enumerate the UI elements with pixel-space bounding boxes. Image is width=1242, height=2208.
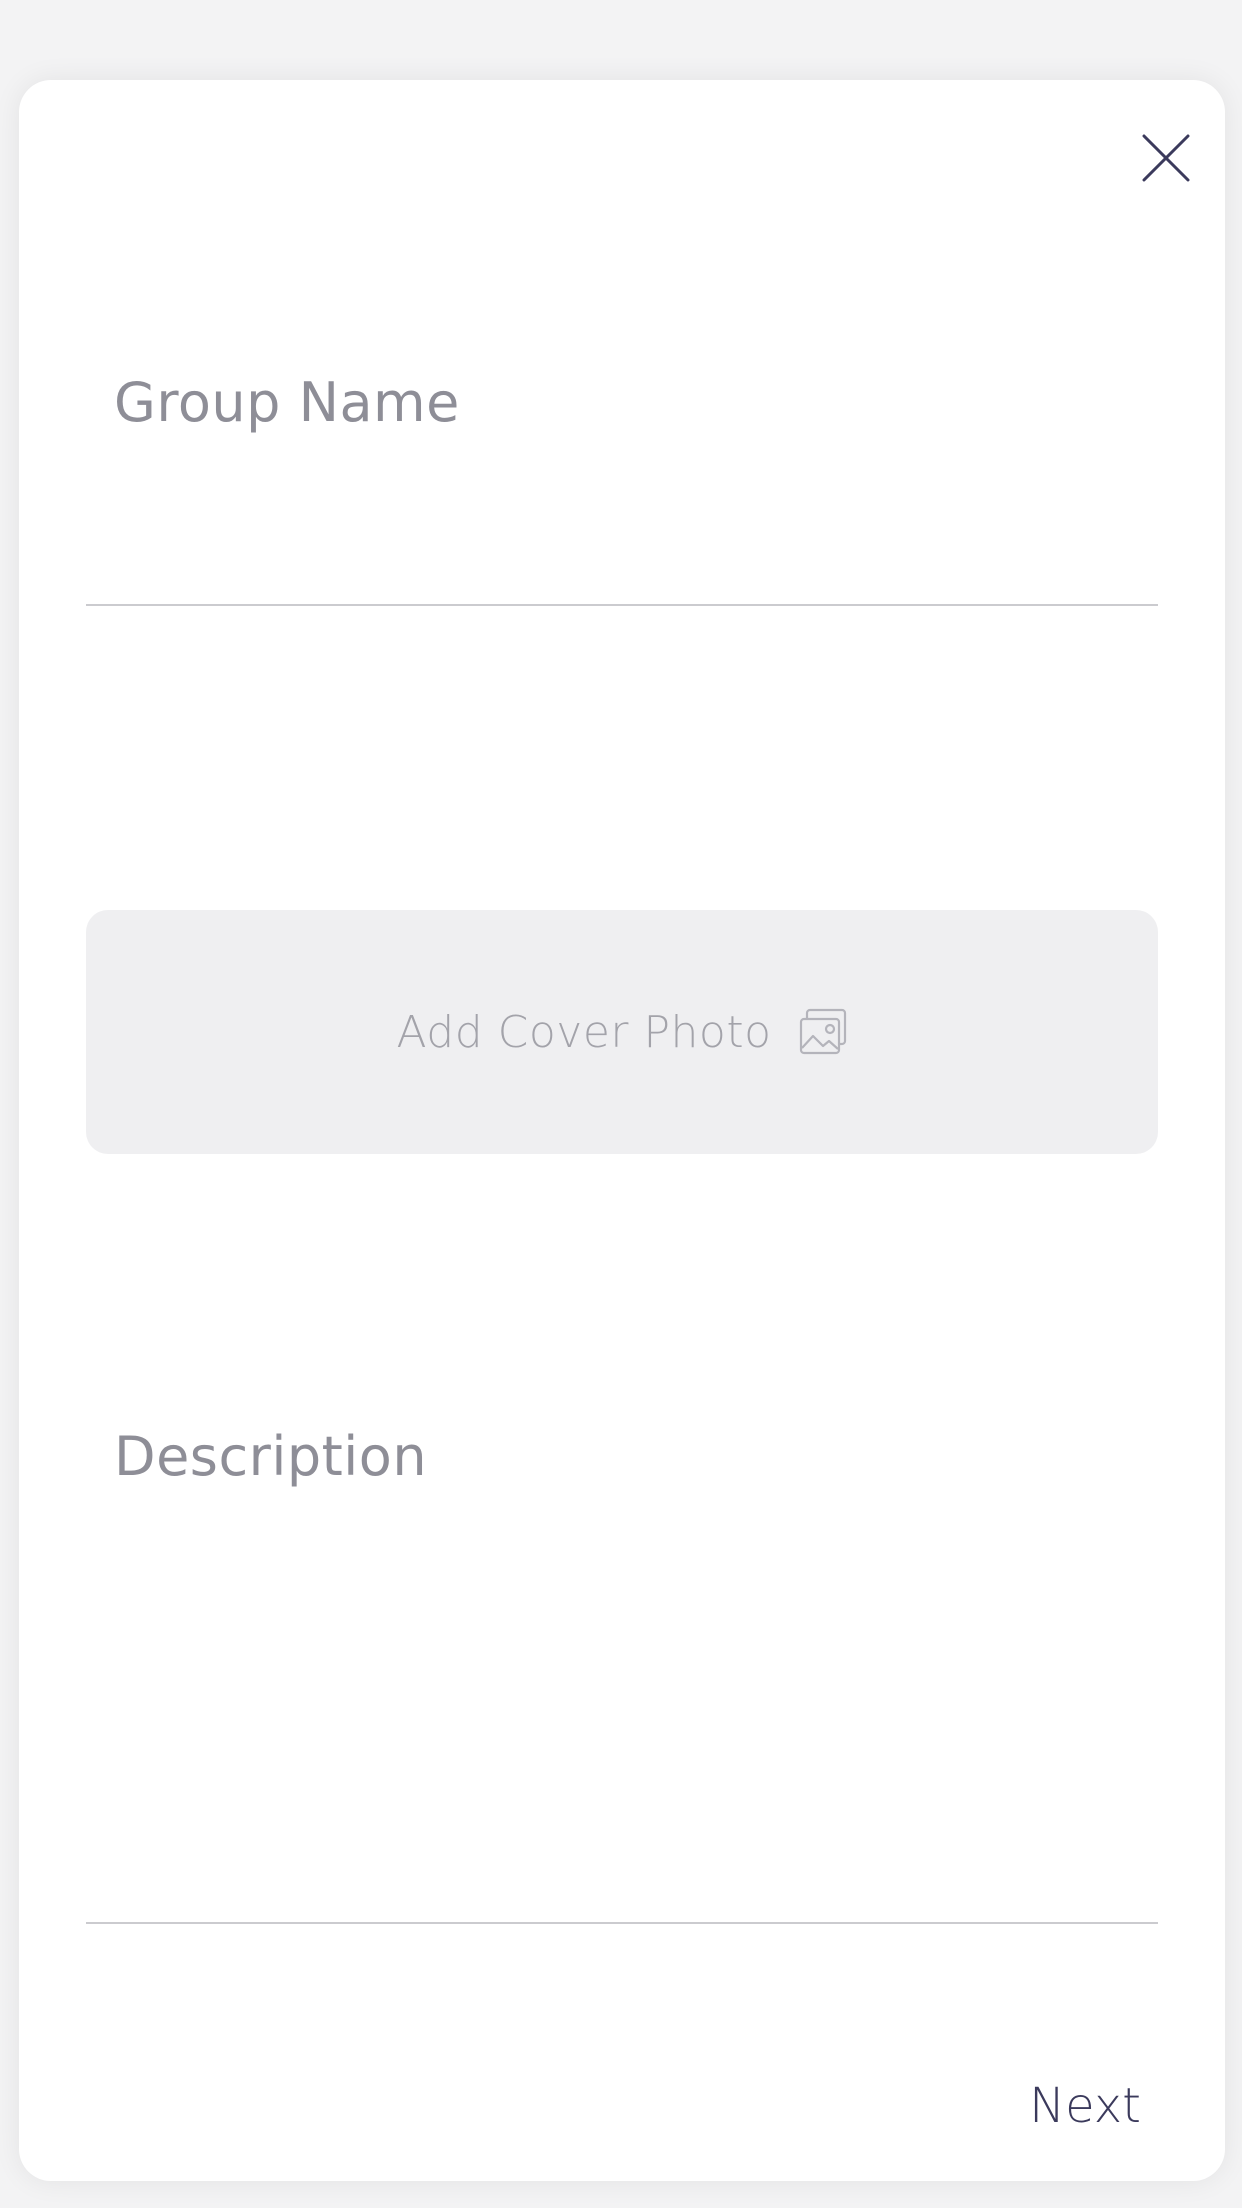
close-icon xyxy=(1142,134,1190,182)
close-button[interactable] xyxy=(1118,110,1214,206)
description-placeholder: Description xyxy=(114,1425,428,1488)
next-button[interactable]: Next xyxy=(1029,2078,1141,2134)
group-name-input[interactable]: Group Name xyxy=(86,350,1158,606)
group-name-placeholder: Group Name xyxy=(114,371,460,434)
image-icon xyxy=(799,1008,846,1055)
add-cover-photo-label: Add Cover Photo xyxy=(396,1006,772,1058)
description-input[interactable]: Description xyxy=(86,1402,1158,1924)
add-cover-photo-button[interactable]: Add Cover Photo xyxy=(86,910,1158,1154)
